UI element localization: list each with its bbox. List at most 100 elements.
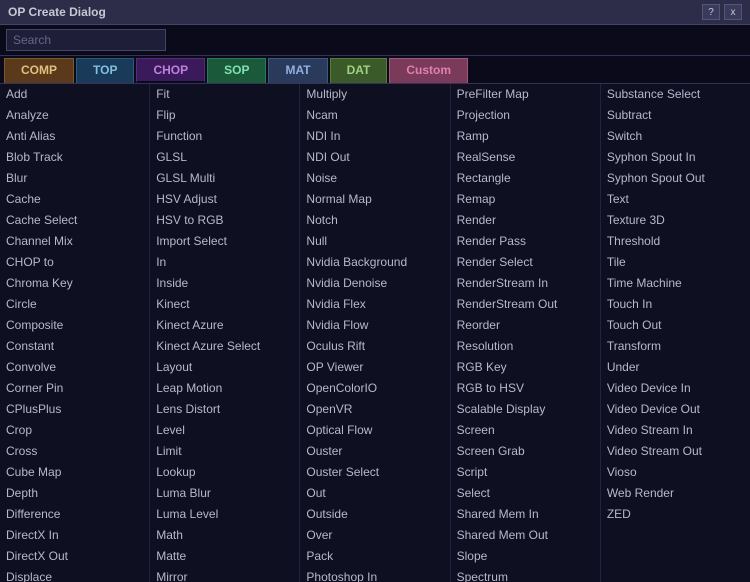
list-item[interactable]: Function <box>150 126 299 147</box>
list-item[interactable]: Composite <box>0 315 149 336</box>
list-item[interactable]: PreFilter Map <box>451 84 600 105</box>
list-item[interactable]: Normal Map <box>300 189 449 210</box>
list-item[interactable]: Ramp <box>451 126 600 147</box>
list-item[interactable]: Multiply <box>300 84 449 105</box>
tab-custom[interactable]: Custom <box>389 58 468 83</box>
list-item[interactable]: OpenColorIO <box>300 378 449 399</box>
list-item[interactable]: Screen <box>451 420 600 441</box>
list-item[interactable]: Oculus Rift <box>300 336 449 357</box>
list-item[interactable]: Transform <box>601 336 750 357</box>
list-item[interactable]: GLSL <box>150 147 299 168</box>
list-item[interactable]: CPlusPlus <box>0 399 149 420</box>
list-item[interactable]: Outside <box>300 504 449 525</box>
list-item[interactable]: RGB Key <box>451 357 600 378</box>
list-item[interactable]: Screen Grab <box>451 441 600 462</box>
list-item[interactable]: Cache <box>0 189 149 210</box>
list-item[interactable]: Touch Out <box>601 315 750 336</box>
list-item[interactable]: Difference <box>0 504 149 525</box>
list-item[interactable]: Chroma Key <box>0 273 149 294</box>
list-item[interactable]: Shared Mem In <box>451 504 600 525</box>
list-item[interactable]: NDI Out <box>300 147 449 168</box>
list-item[interactable]: Anti Alias <box>0 126 149 147</box>
list-item[interactable]: Lens Distort <box>150 399 299 420</box>
tab-mat[interactable]: MAT <box>268 58 327 83</box>
list-item[interactable]: Scalable Display <box>451 399 600 420</box>
tab-top[interactable]: TOP <box>76 58 134 83</box>
close-button[interactable]: x <box>724 4 742 20</box>
list-item[interactable]: Video Device Out <box>601 399 750 420</box>
list-item[interactable]: Syphon Spout In <box>601 147 750 168</box>
list-item[interactable]: Over <box>300 525 449 546</box>
list-item[interactable]: Lookup <box>150 462 299 483</box>
list-item[interactable]: Resolution <box>451 336 600 357</box>
list-item[interactable]: Ouster <box>300 441 449 462</box>
list-item[interactable]: Level <box>150 420 299 441</box>
list-item[interactable]: Kinect Azure Select <box>150 336 299 357</box>
list-item[interactable]: Remap <box>451 189 600 210</box>
list-item[interactable]: Cross <box>0 441 149 462</box>
list-item[interactable]: Null <box>300 231 449 252</box>
list-item[interactable]: HSV Adjust <box>150 189 299 210</box>
list-item[interactable]: Corner Pin <box>0 378 149 399</box>
list-item[interactable]: RealSense <box>451 147 600 168</box>
list-item[interactable]: OP Viewer <box>300 357 449 378</box>
list-item[interactable]: Render <box>451 210 600 231</box>
list-item[interactable]: Threshold <box>601 231 750 252</box>
list-item[interactable]: Touch In <box>601 294 750 315</box>
list-item[interactable]: Add <box>0 84 149 105</box>
tab-comp[interactable]: COMP <box>4 58 74 83</box>
list-item[interactable]: Blob Track <box>0 147 149 168</box>
list-item[interactable]: Matte <box>150 546 299 567</box>
list-item[interactable]: Pack <box>300 546 449 567</box>
list-item[interactable]: OpenVR <box>300 399 449 420</box>
list-item[interactable]: Render Pass <box>451 231 600 252</box>
list-item[interactable]: Math <box>150 525 299 546</box>
list-item[interactable]: Import Select <box>150 231 299 252</box>
list-item[interactable]: Nvidia Flex <box>300 294 449 315</box>
list-item[interactable]: Inside <box>150 273 299 294</box>
tab-chop[interactable]: CHOP <box>136 58 205 83</box>
list-item[interactable]: GLSL Multi <box>150 168 299 189</box>
list-item[interactable]: Displace <box>0 567 149 582</box>
list-item[interactable]: Texture 3D <box>601 210 750 231</box>
list-item[interactable]: Notch <box>300 210 449 231</box>
list-item[interactable]: Video Stream In <box>601 420 750 441</box>
list-item[interactable]: Text <box>601 189 750 210</box>
list-item[interactable]: Nvidia Denoise <box>300 273 449 294</box>
list-item[interactable]: RenderStream In <box>451 273 600 294</box>
list-item[interactable]: Optical Flow <box>300 420 449 441</box>
list-item[interactable]: Render Select <box>451 252 600 273</box>
list-item[interactable]: Under <box>601 357 750 378</box>
list-item[interactable]: Projection <box>451 105 600 126</box>
list-item[interactable]: Syphon Spout Out <box>601 168 750 189</box>
list-item[interactable]: Rectangle <box>451 168 600 189</box>
list-item[interactable]: Photoshop In <box>300 567 449 582</box>
list-item[interactable]: HSV to RGB <box>150 210 299 231</box>
list-item[interactable]: Web Render <box>601 483 750 504</box>
list-item[interactable]: Subtract <box>601 105 750 126</box>
list-item[interactable]: Kinect Azure <box>150 315 299 336</box>
list-item[interactable]: Mirror <box>150 567 299 582</box>
tab-sop[interactable]: SOP <box>207 58 266 83</box>
list-item[interactable]: CHOP to <box>0 252 149 273</box>
tab-dat[interactable]: DAT <box>330 58 388 83</box>
list-item[interactable]: Shared Mem Out <box>451 525 600 546</box>
list-item[interactable]: Nvidia Flow <box>300 315 449 336</box>
list-item[interactable]: Slope <box>451 546 600 567</box>
list-item[interactable]: In <box>150 252 299 273</box>
search-input[interactable] <box>6 29 166 51</box>
list-item[interactable]: Spectrum <box>451 567 600 582</box>
list-item[interactable]: Vioso <box>601 462 750 483</box>
list-item[interactable]: Cube Map <box>0 462 149 483</box>
list-item[interactable]: RenderStream Out <box>451 294 600 315</box>
list-item[interactable]: Nvidia Background <box>300 252 449 273</box>
list-item[interactable]: Depth <box>0 483 149 504</box>
list-item[interactable]: Time Machine <box>601 273 750 294</box>
list-item[interactable]: Script <box>451 462 600 483</box>
help-button[interactable]: ? <box>702 4 720 20</box>
list-item[interactable]: DirectX Out <box>0 546 149 567</box>
list-item[interactable]: Ncam <box>300 105 449 126</box>
list-item[interactable]: ZED <box>601 504 750 525</box>
list-item[interactable]: NDI In <box>300 126 449 147</box>
list-item[interactable]: Layout <box>150 357 299 378</box>
